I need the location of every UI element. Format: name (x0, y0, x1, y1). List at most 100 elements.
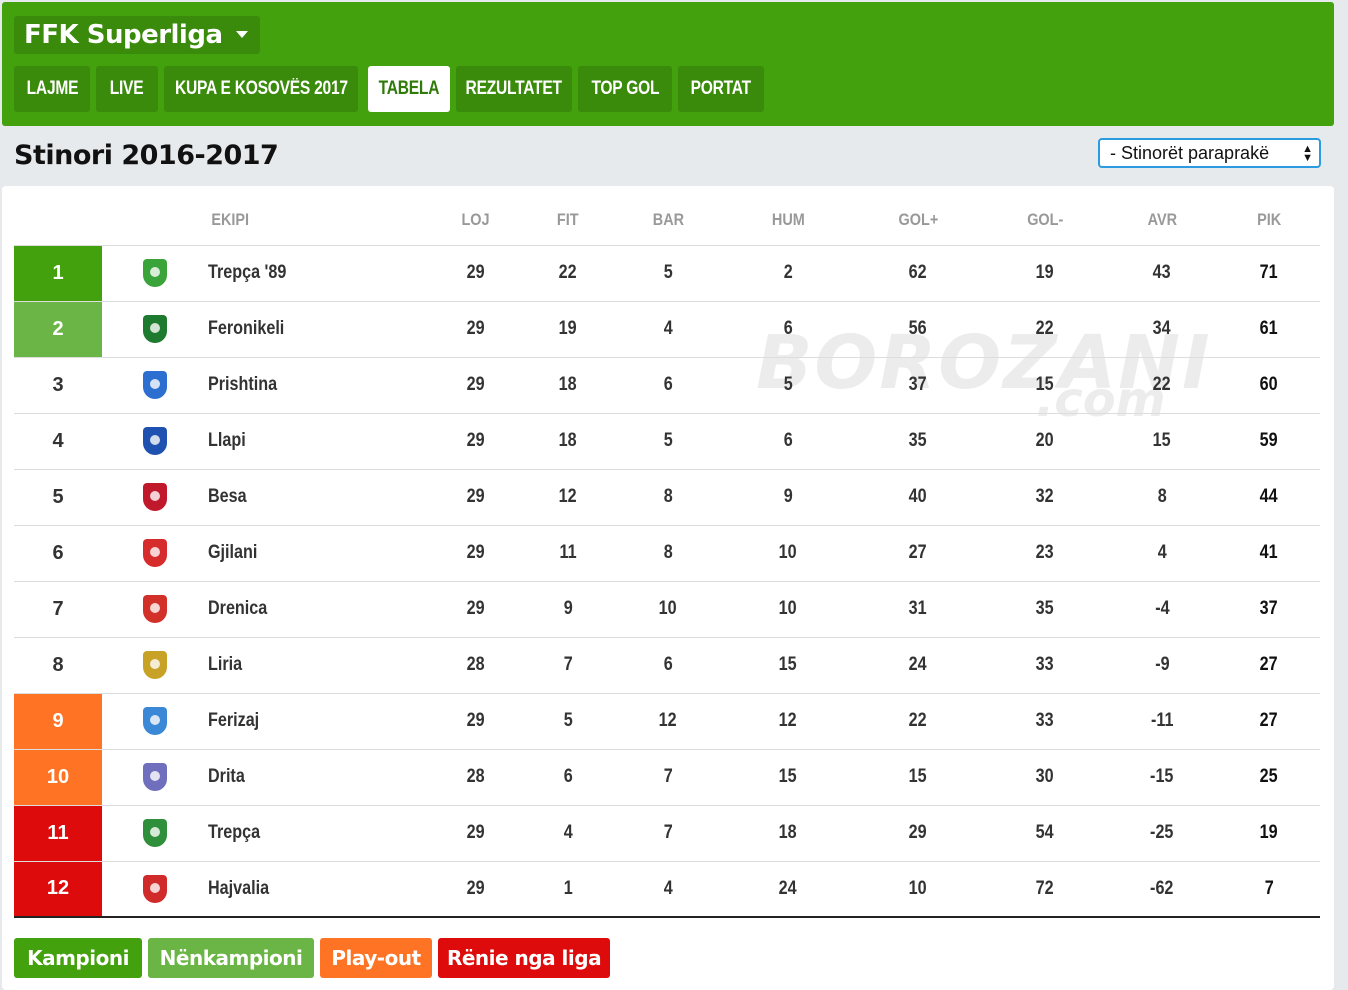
drawn-cell-value: 6 (663, 654, 673, 675)
goal-diff-cell-value: -15 (1150, 766, 1174, 787)
points-cell-value: 19 (1260, 822, 1278, 843)
season-select[interactable]: - Stinorët paraprakë ▲ ▼ (1098, 138, 1321, 168)
drawn-cell: 8 (612, 469, 724, 526)
goals-for-cell: 22 (852, 693, 984, 750)
won-cell: 18 (524, 357, 612, 414)
team-name-cell[interactable]: Feronikeli (208, 301, 428, 358)
table-row[interactable]: 12 Hajvalia 29 1 4 24 10 72 -62 7 (14, 861, 1320, 918)
played-cell-value: 29 (467, 598, 485, 619)
team-name-cell[interactable]: Besa (208, 469, 428, 526)
goal-diff-cell: -25 (1106, 805, 1218, 862)
goals-for-cell-value: 15 (909, 766, 927, 787)
team-name: Trepça (208, 822, 261, 843)
lost-cell-value: 6 (783, 318, 793, 339)
table-row[interactable]: 4 Llapi 29 18 5 6 35 20 15 59 (14, 413, 1320, 470)
points-cell-value: 44 (1260, 486, 1278, 507)
goal-diff-cell-value: -9 (1154, 654, 1170, 675)
team-name-cell[interactable]: Gjilani (208, 525, 428, 582)
team-name: Ferizaj (208, 710, 260, 731)
table-row[interactable]: 11 Trepça 29 4 7 18 29 54 -25 19 (14, 805, 1320, 862)
points-cell: 37 (1218, 581, 1320, 638)
points-cell-value: 7 (1264, 877, 1274, 899)
points-cell-value: 37 (1260, 598, 1278, 619)
table-row[interactable]: 1 Trepça '89 29 22 5 2 62 19 43 71 (14, 245, 1320, 302)
drawn-cell: 7 (612, 749, 724, 806)
points-cell: 27 (1218, 637, 1320, 694)
legend-play-out: Play-out (320, 938, 432, 978)
lost-cell-value: 2 (783, 262, 793, 283)
team-crest-icon (143, 371, 167, 399)
team-logo-cell (102, 805, 208, 862)
nav-item-portat[interactable]: PORTAT (678, 66, 764, 112)
table-row[interactable]: 10 Drita 28 6 7 15 15 30 -15 25 (14, 749, 1320, 806)
goals-for-cell: 31 (852, 581, 984, 638)
goal-diff-cell-value: 15 (1153, 430, 1171, 451)
table-row[interactable]: 2 Feronikeli 29 19 4 6 56 22 34 61 (14, 301, 1320, 358)
won-cell: 19 (524, 301, 612, 358)
league-dropdown[interactable]: FFK Superliga (14, 16, 260, 54)
team-name-cell[interactable]: Trepça '89 (208, 245, 428, 302)
points-cell: 41 (1218, 525, 1320, 582)
team-crest-icon (143, 651, 167, 679)
goal-diff-cell: 8 (1106, 469, 1218, 526)
goals-for-cell: 56 (852, 301, 984, 358)
nav-item-tabela[interactable]: TABELA (368, 66, 450, 112)
won-cell-value: 7 (563, 654, 573, 675)
team-name-cell[interactable]: Drita (208, 749, 428, 806)
nav-item-live[interactable]: LIVE (96, 66, 158, 112)
lost-cell: 10 (724, 525, 852, 582)
team-logo-cell (102, 357, 208, 414)
goals-against-cell: 33 (984, 693, 1106, 750)
position-cell: 5 (14, 469, 102, 526)
played-cell-value: 29 (467, 710, 485, 731)
nav-item-lajme[interactable]: LAJME (14, 66, 90, 112)
points-cell: 19 (1218, 805, 1320, 862)
lost-cell: 6 (724, 413, 852, 470)
team-name-cell[interactable]: Prishtina (208, 357, 428, 414)
goal-diff-cell: 15 (1106, 413, 1218, 470)
team-crest-icon (143, 483, 167, 511)
team-name: Prishtina (208, 374, 278, 395)
team-logo-cell (102, 637, 208, 694)
team-name-cell[interactable]: Trepça (208, 805, 428, 862)
nav-item-kupa[interactable]: KUPA E KOSOVËS 2017 (164, 66, 358, 112)
table-row[interactable]: 9 Ferizaj 29 5 12 12 22 33 -11 27 (14, 693, 1320, 750)
team-name-cell[interactable]: Ferizaj (208, 693, 428, 750)
team-name-cell[interactable]: Llapi (208, 413, 428, 470)
col-team: EKIPI (208, 196, 428, 246)
points-cell: 71 (1218, 245, 1320, 302)
nav-item-rezultatet[interactable]: REZULTATET (456, 66, 572, 112)
team-crest-icon (143, 427, 167, 455)
points-cell: 44 (1218, 469, 1320, 526)
drawn-cell: 12 (612, 693, 724, 750)
points-cell-value: 59 (1260, 430, 1278, 451)
played-cell: 29 (428, 805, 524, 862)
nav-item-top-gol[interactable]: TOP GOL (578, 66, 672, 112)
points-cell-value: 25 (1260, 766, 1278, 787)
team-crest-icon (143, 819, 167, 847)
chevron-down-icon (236, 31, 248, 38)
played-cell-value: 29 (467, 877, 485, 899)
table-row[interactable]: 7 Drenica 29 9 10 10 31 35 -4 37 (14, 581, 1320, 638)
table-row[interactable]: 6 Gjilani 29 11 8 10 27 23 4 41 (14, 525, 1320, 582)
lost-cell-value: 18 (779, 822, 797, 843)
team-name-cell[interactable]: Liria (208, 637, 428, 694)
played-cell-value: 29 (467, 542, 485, 563)
goals-for-cell-value: 22 (909, 710, 927, 731)
won-cell-value: 6 (563, 766, 573, 787)
table-row[interactable]: 3 Prishtina 29 18 6 5 37 15 22 60 (14, 357, 1320, 414)
played-cell: 29 (428, 357, 524, 414)
team-name-cell[interactable]: Drenica (208, 581, 428, 638)
goal-diff-cell: -15 (1106, 749, 1218, 806)
points-cell: 59 (1218, 413, 1320, 470)
played-cell: 28 (428, 749, 524, 806)
table-row[interactable]: 8 Liria 28 7 6 15 24 33 -9 27 (14, 637, 1320, 694)
goal-diff-cell: -62 (1106, 861, 1218, 918)
goal-diff-cell-value: -11 (1150, 710, 1174, 731)
drawn-cell: 4 (612, 301, 724, 358)
won-cell-value: 12 (559, 486, 577, 507)
legend-kampioni: Kampioni (14, 938, 142, 978)
team-name-cell[interactable]: Hajvalia (208, 861, 428, 918)
lost-cell: 5 (724, 357, 852, 414)
table-row[interactable]: 5 Besa 29 12 8 9 40 32 8 44 (14, 469, 1320, 526)
